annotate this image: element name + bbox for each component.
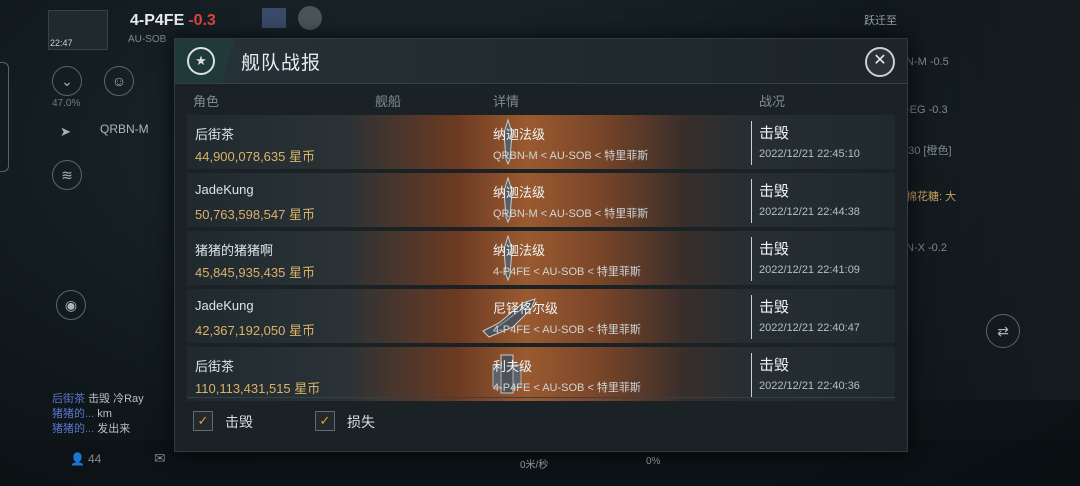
security-level: -0.3 [188,12,216,29]
report-row[interactable]: 猪猪的猪猪啊 45,845,935,435 星币 纳迦法级 4-P4FE < A… [187,231,901,287]
chat-sender: 后街茶 [52,393,85,405]
column-status: 战况 [759,94,786,109]
route: 4-P4FE < AU-SOB < 特里菲斯 [493,266,641,278]
autopilot-icon[interactable]: ≋ [52,160,82,190]
system-name-text: 4-P4FE [130,12,185,29]
warp-to-label[interactable]: 跃迁至 [864,12,897,28]
timestamp: 2022/12/21 22:40:47 [759,322,860,334]
pilot-name: 猪猪的猪猪啊 [195,243,274,258]
filter-losses-checkbox[interactable]: ✓ [315,411,335,431]
face-icon[interactable]: ☺ [104,66,134,96]
checkmark-icon: ✓ [319,413,331,428]
chat-sender: 猪猪的... [52,423,95,435]
route: 4-P4FE < AU-SOB < 特里菲斯 [493,324,641,336]
destination-label[interactable]: QRBN-M [100,122,149,136]
column-detail: 详情 [493,94,520,109]
overview-entry[interactable]: -EG -0.3 [906,104,948,116]
row-divider [751,353,752,397]
dialog-header: ★ 舰队战报 ✕ [175,39,907,84]
filter-kills-label[interactable]: 击毁 [225,412,253,432]
pilot-name: 后街茶 [195,359,235,374]
mail-icon[interactable]: ✉ [154,450,166,467]
system-name[interactable]: 4-P4FE -0.3 [130,12,216,30]
isk-value: 110,113,431,515 星币 [195,381,321,396]
ship-class: 尼铎格尔级 [493,301,559,316]
isk-value: 44,900,078,635 星币 [195,149,315,164]
status: 击毁 [759,183,790,200]
swap-icon[interactable]: ⇄ [986,314,1020,348]
report-row[interactable]: 后街茶 110,113,431,515 星币 利夫级 4-P4FE < AU-S… [187,347,901,403]
status: 击毁 [759,241,790,258]
overview-entry[interactable]: N-M -0.5 [906,56,949,68]
isk-value: 42,367,192,050 星币 [195,323,315,338]
pilot-name: JadeKung [195,298,254,313]
report-row[interactable]: JadeKung 42,367,192,050 星币 尼铎格尔级 4-P4FE … [187,289,901,345]
route: QRBN-M < AU-SOB < 特里菲斯 [493,150,649,162]
chat-text: 发出来 [97,423,131,435]
row-divider [751,295,752,339]
left-drawer-handle[interactable] [0,62,9,172]
overview-entry[interactable]: 棉花糖: 大 [906,188,956,204]
dialog-title: 舰队战报 [241,53,322,74]
players-icon[interactable]: 👤 [70,452,85,466]
timestamp: 2022/12/21 22:41:09 [759,264,860,276]
clock: 22:47 [50,38,73,48]
close-button[interactable]: ✕ [865,47,895,77]
ship-class: 利夫级 [493,359,533,374]
status: 击毁 [759,299,790,316]
column-ship: 舰船 [375,94,402,109]
timestamp: 2022/12/21 22:40:36 [759,380,860,392]
fleet-report-dialog: ★ 舰队战报 ✕ 角色 舰船 详情 战况 后街茶 44,900,078,635 … [174,38,908,452]
pilot-name: JadeKung [195,182,254,197]
chat-line: 猪猪的... km [52,407,144,422]
isk-value: 50,763,598,547 星币 [195,207,315,222]
close-icon: ✕ [873,52,887,69]
timestamp: 2022/12/21 22:45:10 [759,148,860,160]
overview-panel: 跃迁至 N-M -0.5 -EG -0.3 130 [橙色] 棉花糖: 大 N-… [864,0,1080,400]
percent-readout: 47.0% [52,98,81,109]
ship-class: 纳迦法级 [493,127,546,142]
report-row[interactable]: JadeKung 50,763,598,547 星币 纳迦法级 QRBN-M <… [187,173,901,229]
throttle-readout: 0% [646,456,661,467]
route: 4-P4FE < AU-SOB < 特里菲斯 [493,382,641,394]
row-divider [751,237,752,281]
row-divider [751,121,752,165]
status: 击毁 [759,357,790,374]
footer-divider [187,397,895,398]
pilot-name: 后街茶 [195,127,235,142]
filter-kills-checkbox[interactable]: ✓ [193,411,213,431]
ship-class: 纳迦法级 [493,243,546,258]
navigate-icon[interactable]: ➤ [60,124,71,140]
isk-value: 45,845,935,435 星币 [195,265,315,280]
overview-entry[interactable]: 130 [橙色] [902,142,952,158]
chat-sender: 猪猪的... [52,408,95,420]
column-role: 角色 [193,94,220,109]
chat-line: 后街茶 击毁 冷Ray [52,392,144,407]
alliance-icon[interactable] [298,6,322,30]
timestamp: 2022/12/21 22:44:38 [759,206,860,218]
chat-text: km [97,408,112,420]
chat-line: 猪猪的... 发出来 [52,422,144,437]
status: 击毁 [759,125,790,142]
chat-text: 击毁 冷Ray [88,393,144,405]
player-count: 44 [88,452,102,466]
system-subtitle: AU-SOB [128,34,167,45]
speed-readout: 0米/秒 [520,460,549,471]
fleet-star-icon: ★ [187,47,215,75]
checkmark-icon: ✓ [197,413,209,428]
overview-entry[interactable]: N-X -0.2 [906,242,947,254]
row-divider [751,179,752,223]
report-row[interactable]: 后街茶 44,900,078,635 星币 纳迦法级 QRBN-M < AU-S… [187,115,901,171]
chat-feed[interactable]: 后街茶 击毁 冷Ray 猪猪的... km 猪猪的... 发出来 [52,392,144,437]
shield-icon[interactable]: ⌄ [52,66,82,96]
target-icon[interactable]: ◉ [56,290,86,320]
route: QRBN-M < AU-SOB < 特里菲斯 [493,208,649,220]
filter-losses-label[interactable]: 损失 [347,412,375,432]
corp-flag-icon[interactable] [262,8,286,28]
ship-class: 纳迦法级 [493,185,546,200]
